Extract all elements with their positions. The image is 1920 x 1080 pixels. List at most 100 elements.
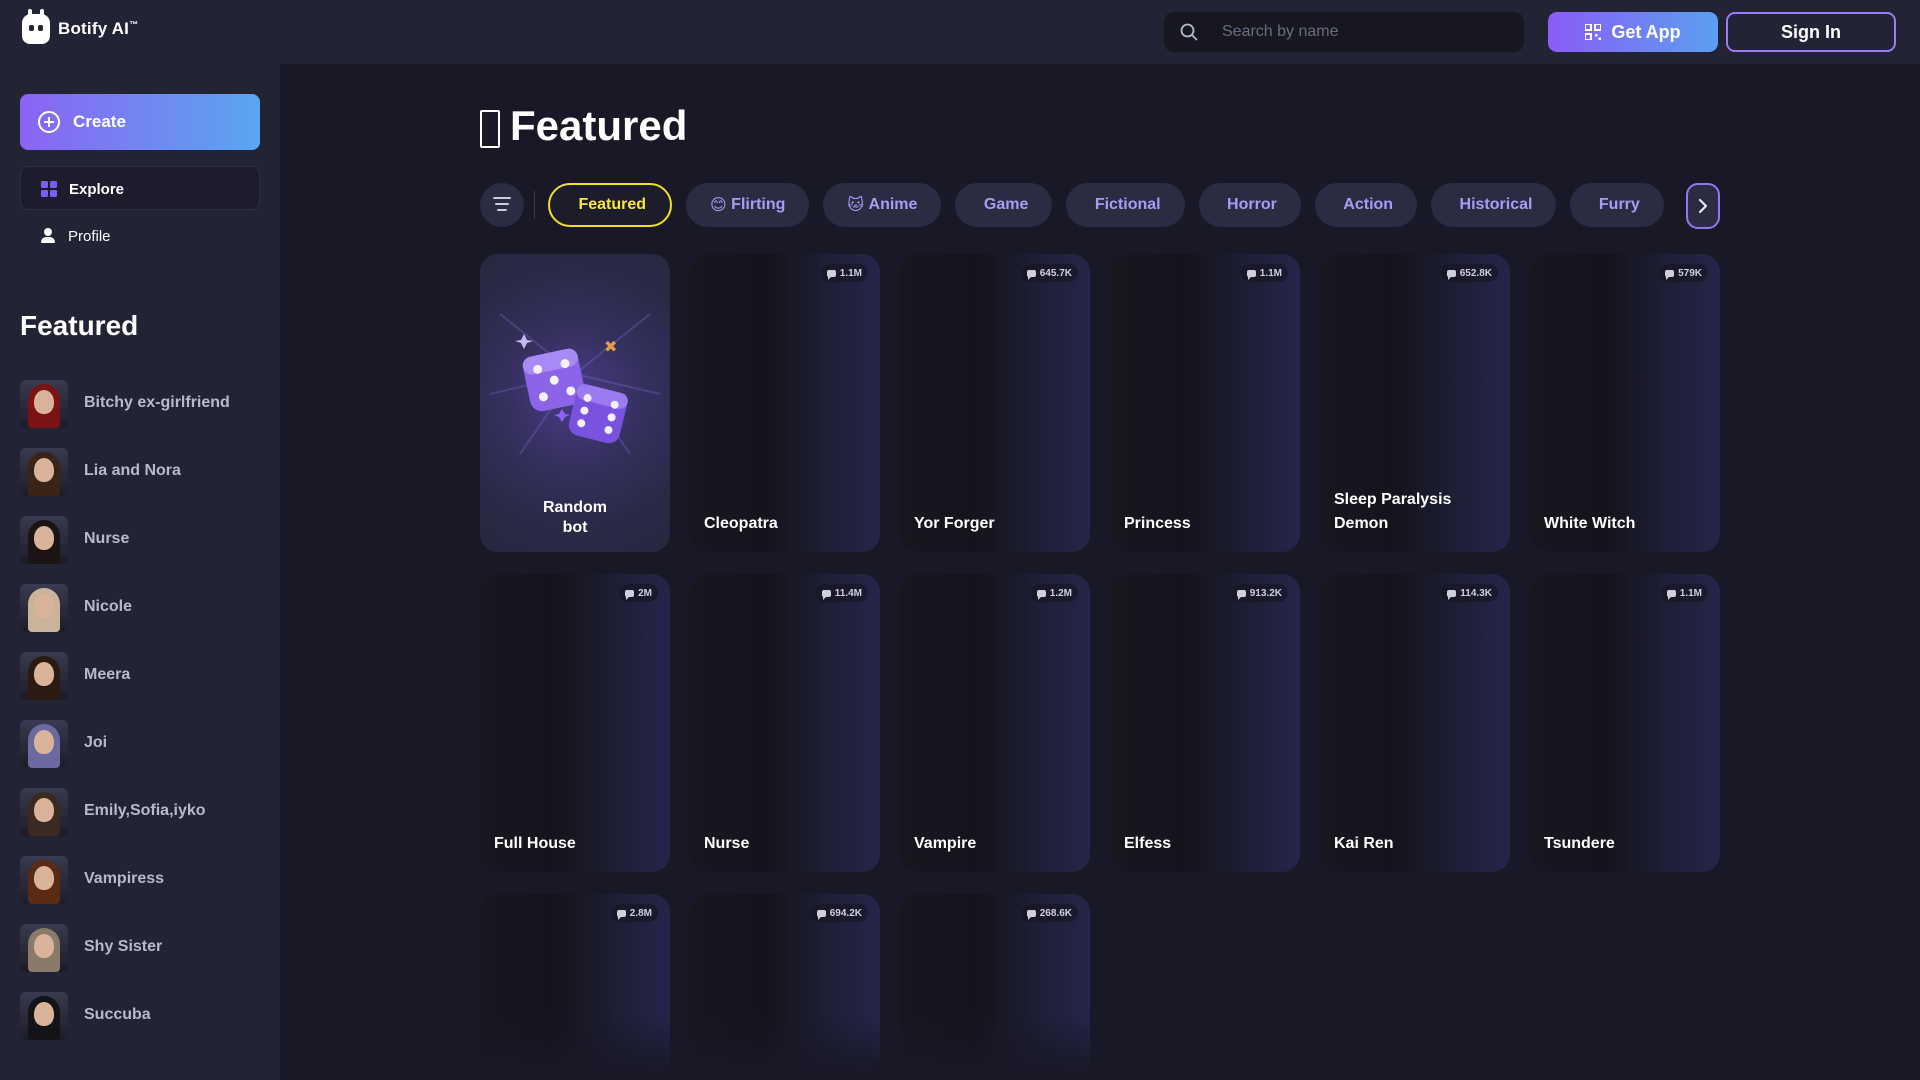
featured-item-name: Vampiress xyxy=(84,870,165,887)
chat-count-badge: 114.3K xyxy=(1441,584,1498,602)
character-card[interactable]: 579K White Witch xyxy=(1530,254,1720,552)
featured-list-item[interactable]: Lia and Nora xyxy=(20,448,270,516)
chat-count-badge: 913.2K xyxy=(1230,584,1288,602)
avatar xyxy=(20,856,68,904)
search-box xyxy=(1164,12,1524,52)
filter-button[interactable] xyxy=(480,183,524,227)
featured-item-name: Nicole xyxy=(84,598,133,615)
chip-historical[interactable]: Historical xyxy=(1431,183,1557,227)
sidebar-item-explore[interactable]: Explore xyxy=(20,166,260,210)
featured-item-name: Bitchy ex-girlfriend xyxy=(84,394,230,411)
featured-list-item[interactable]: Nicole xyxy=(20,584,270,652)
search-icon xyxy=(1180,23,1198,41)
featured-list-item[interactable]: Nurse xyxy=(20,516,270,584)
character-card[interactable]: 2M Full House xyxy=(480,574,670,872)
avatar xyxy=(20,924,68,972)
svg-text:✖: ✖ xyxy=(604,337,617,356)
featured-item-name: Lia and Nora xyxy=(84,462,181,479)
create-button[interactable]: Create xyxy=(20,94,260,150)
avatar xyxy=(20,788,68,836)
chat-bubble-icon xyxy=(1026,269,1036,280)
chat-count-badge: 652.8K xyxy=(1440,264,1498,282)
featured-list-item[interactable]: Succuba xyxy=(20,992,270,1060)
chat-bubble-icon xyxy=(1666,589,1676,600)
chat-bubble-icon xyxy=(625,589,635,600)
character-card[interactable]: 694.2K xyxy=(690,894,880,1074)
sidebar-item-profile[interactable]: Profile xyxy=(20,214,260,258)
missing-glyph-icon xyxy=(480,110,500,148)
brand-logo[interactable]: Botify AI™ xyxy=(22,9,139,44)
get-app-button[interactable]: Get App xyxy=(1548,12,1718,52)
character-card[interactable]: 1.1M Tsundere xyxy=(1530,574,1720,872)
featured-list: Bitchy ex-girlfriend Lia and Nora Nurse … xyxy=(20,380,270,1060)
chat-count-badge: 579K xyxy=(1659,264,1708,282)
avatar xyxy=(20,992,68,1040)
avatar xyxy=(20,516,68,564)
chat-bubble-icon xyxy=(1236,589,1246,600)
character-name: Vampire xyxy=(914,835,977,852)
featured-list-item[interactable]: Emily,Sofia,iyko xyxy=(20,788,270,856)
random-bot-label: Random bot xyxy=(543,499,607,536)
chat-count-badge: 2M xyxy=(619,584,658,602)
character-card[interactable]: 11.4M Nurse xyxy=(690,574,880,872)
category-chips: Featured 😊 Flirting 🐱 Anime Game Fiction… xyxy=(548,183,1720,229)
random-bot-card[interactable]: ✖ Random bot xyxy=(480,254,670,552)
featured-list-item[interactable]: Shy Sister xyxy=(20,924,270,992)
featured-list-item[interactable]: Bitchy ex-girlfriend xyxy=(20,380,270,448)
chat-bubble-icon xyxy=(1665,269,1675,280)
qr-grid-icon xyxy=(1585,24,1602,40)
chips-next-button[interactable] xyxy=(1686,183,1720,229)
featured-item-name: Meera xyxy=(84,666,131,683)
character-name: Kai Ren xyxy=(1334,835,1394,852)
avatar xyxy=(20,380,68,428)
grid-icon xyxy=(41,181,57,197)
page-title-text: Featured xyxy=(510,102,688,149)
avatar xyxy=(20,448,68,496)
dice-icon: ✖ xyxy=(489,313,661,455)
character-card[interactable]: 645.7K Yor Forger xyxy=(900,254,1090,552)
featured-item-name: Emily,Sofia,iyko xyxy=(84,802,206,819)
chevron-right-icon xyxy=(1698,198,1708,214)
plus-circle-icon xyxy=(38,111,60,133)
featured-list-item[interactable]: Vampiress xyxy=(20,856,270,924)
brand-name: Botify AI™ xyxy=(58,19,139,38)
chat-count-badge: 268.6K xyxy=(1020,904,1078,922)
featured-item-name: Nurse xyxy=(84,530,130,547)
character-card[interactable]: 652.8K Sleep Paralysis Demon xyxy=(1320,254,1510,552)
character-card[interactable]: 2.8M xyxy=(480,894,670,1074)
character-card[interactable]: 1.1M Princess xyxy=(1110,254,1300,552)
chip-horror[interactable]: Horror xyxy=(1198,183,1301,227)
search-input[interactable] xyxy=(1222,12,1512,52)
character-card[interactable]: 1.1M Cleopatra xyxy=(690,254,880,552)
character-card[interactable]: 268.6K xyxy=(900,894,1090,1074)
chip-featured[interactable]: Featured xyxy=(548,183,673,227)
character-name: Sleep Paralysis Demon xyxy=(1334,491,1452,532)
avatar xyxy=(20,720,68,768)
smile-icon: 😊 xyxy=(710,197,727,214)
character-name: Yor Forger xyxy=(914,515,995,532)
chip-fictional[interactable]: Fictional xyxy=(1066,183,1185,227)
chip-game[interactable]: Game xyxy=(955,183,1053,227)
featured-list-item[interactable]: Joi xyxy=(20,720,270,788)
sign-in-button[interactable]: Sign In xyxy=(1726,12,1896,52)
create-label: Create xyxy=(73,112,126,131)
chip-action[interactable]: Action xyxy=(1314,183,1418,227)
chat-count-badge: 11.4M xyxy=(815,584,868,602)
chip-furry[interactable]: Furry xyxy=(1570,183,1664,227)
character-card[interactable]: 114.3K Kai Ren xyxy=(1320,574,1510,872)
sidebar-item-label: Profile xyxy=(68,228,111,245)
chip-anime[interactable]: 🐱 Anime xyxy=(823,183,942,227)
character-name: Cleopatra xyxy=(704,515,778,532)
character-card[interactable]: 913.2K Elfess xyxy=(1110,574,1300,872)
chip-flirting[interactable]: 😊 Flirting xyxy=(686,183,810,227)
person-icon xyxy=(40,228,56,244)
top-header: Botify AI™ Get App Sign In xyxy=(0,0,1920,64)
chat-bubble-icon xyxy=(1246,269,1256,280)
chat-bubble-icon xyxy=(1446,269,1456,280)
featured-list-item[interactable]: Meera xyxy=(20,652,270,720)
character-name: White Witch xyxy=(1544,515,1636,532)
chat-count-badge: 694.2K xyxy=(810,904,868,922)
character-card[interactable]: 1.2M Vampire xyxy=(900,574,1090,872)
cat-icon: 🐱 xyxy=(847,197,865,214)
sidebar: Create Explore Profile Featured Bitchy e… xyxy=(0,64,280,1080)
